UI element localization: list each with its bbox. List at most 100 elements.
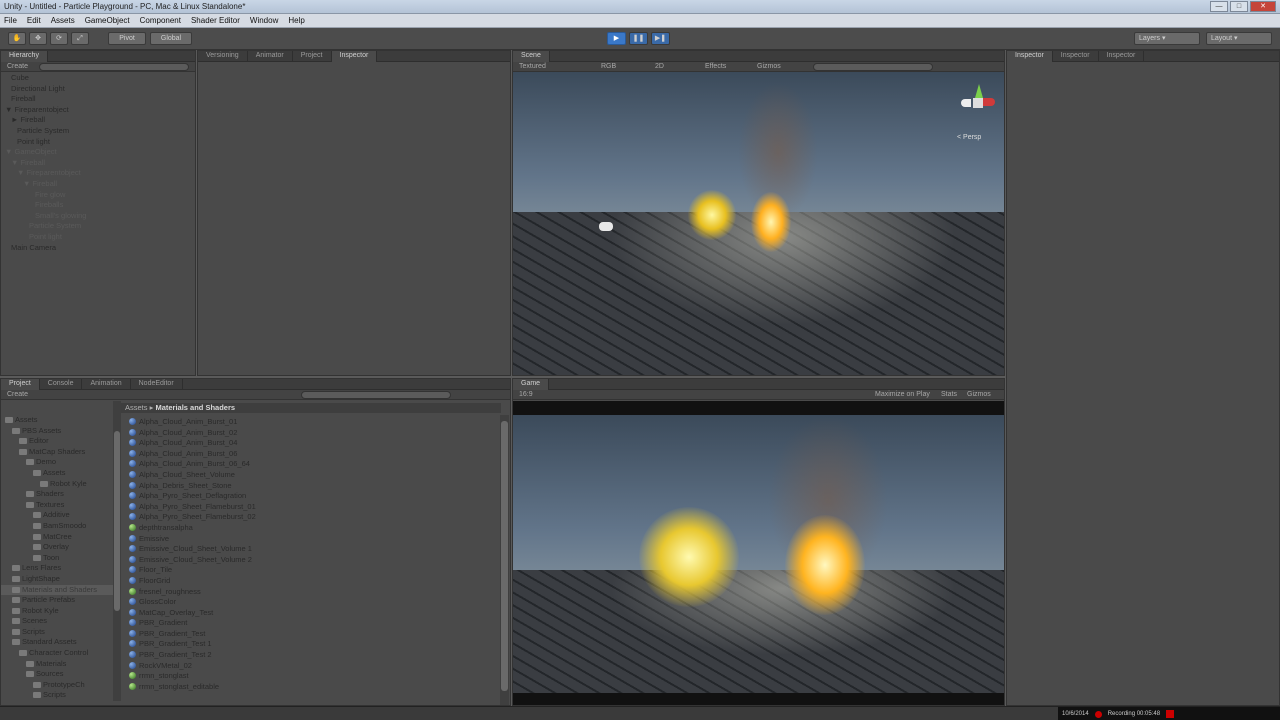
asset-item[interactable]: Floor_Tile: [129, 565, 499, 576]
tab-inspector[interactable]: Inspector: [331, 51, 378, 62]
stats-toggle[interactable]: Stats: [941, 391, 957, 398]
project-folder-item[interactable]: Additive: [1, 510, 113, 521]
project-folder-item[interactable]: PrototypeCh: [1, 680, 113, 691]
menu-gameobject[interactable]: GameObject: [85, 16, 130, 25]
breadcrumb-current[interactable]: Materials and Shaders: [155, 403, 235, 412]
project-folder-item[interactable]: Assets: [1, 468, 113, 479]
project-create-button[interactable]: Create: [7, 391, 28, 398]
asset-item[interactable]: Alpha_Cloud_Sheet_Volume: [129, 470, 499, 481]
maximize-button[interactable]: □: [1230, 1, 1248, 12]
menu-component[interactable]: Component: [140, 16, 181, 25]
2d-toggle[interactable]: 2D: [655, 63, 664, 70]
hierarchy-item[interactable]: Particle System: [1, 221, 195, 232]
asset-item[interactable]: Emissive_Cloud_Sheet_Volume 1: [129, 544, 499, 555]
menu-assets[interactable]: Assets: [51, 16, 75, 25]
asset-item[interactable]: Emissive_Cloud_Sheet_Volume 2: [129, 555, 499, 566]
effects-dropdown[interactable]: Effects: [705, 63, 726, 70]
asset-item[interactable]: Emissive: [129, 534, 499, 545]
project-search-input[interactable]: [301, 391, 451, 399]
hierarchy-item[interactable]: Point light: [1, 232, 195, 243]
hierarchy-item[interactable]: Main Camera: [1, 243, 195, 254]
gizmos-dropdown[interactable]: Gizmos: [757, 63, 781, 70]
asset-item[interactable]: FloorGrid: [129, 576, 499, 587]
project-folder-item[interactable]: MatCap Shaders: [1, 447, 113, 458]
tab-animator[interactable]: Animator: [248, 51, 293, 62]
tab-animation[interactable]: Animation: [82, 379, 131, 390]
shading-dropdown[interactable]: Textured: [519, 63, 546, 70]
project-folder-item[interactable]: Scripts: [1, 690, 113, 701]
asset-item[interactable]: rrmn_stonglast_editable: [129, 682, 499, 693]
asset-item[interactable]: Alpha_Cloud_Anim_Burst_04: [129, 438, 499, 449]
project-folder-item[interactable]: Lens Flares: [1, 563, 113, 574]
asset-item[interactable]: rrmn_stonglast: [129, 671, 499, 682]
tab-node-editor[interactable]: NodeEditor: [131, 379, 183, 390]
project-folder-item[interactable]: Textures: [1, 500, 113, 511]
project-folder-item[interactable]: MatCree: [1, 532, 113, 543]
rgb-dropdown[interactable]: RGB: [601, 63, 616, 70]
project-folder-item[interactable]: Robot Kyle: [1, 606, 113, 617]
hand-tool-button[interactable]: ✋: [8, 32, 26, 45]
rotate-tool-button[interactable]: ⟳: [50, 32, 68, 45]
hierarchy-item[interactable]: ▼ GameObject: [1, 147, 195, 158]
project-folder-item[interactable]: Demo: [1, 457, 113, 468]
move-tool-button[interactable]: ✥: [29, 32, 47, 45]
game-viewport[interactable]: [513, 415, 1004, 693]
asset-item[interactable]: Alpha_Pyro_Sheet_Deflagration: [129, 491, 499, 502]
asset-list-scrollbar[interactable]: [500, 415, 509, 705]
scene-viewport[interactable]: < Persp: [513, 72, 1004, 375]
hierarchy-item[interactable]: Fire glow: [1, 190, 195, 201]
hierarchy-search-input[interactable]: [39, 63, 189, 71]
persp-label[interactable]: < Persp: [957, 134, 981, 141]
asset-item[interactable]: RockVMetal_02: [129, 661, 499, 672]
tab-scene[interactable]: Scene: [513, 51, 550, 62]
project-folder-item[interactable]: Assets: [1, 415, 113, 426]
pause-button[interactable]: ❚❚: [629, 32, 648, 45]
project-folder-item[interactable]: Editor: [1, 436, 113, 447]
folder-tree-scrollbar[interactable]: [113, 401, 121, 701]
asset-item[interactable]: Alpha_Cloud_Anim_Burst_06_64: [129, 459, 499, 470]
hierarchy-item[interactable]: ▼ Fireparentobject: [1, 168, 195, 179]
minimize-button[interactable]: —: [1210, 1, 1228, 12]
step-button[interactable]: ▶❚: [651, 32, 670, 45]
menu-help[interactable]: Help: [288, 16, 304, 25]
scene-orientation-gizmo[interactable]: [961, 84, 997, 120]
tab-game[interactable]: Game: [513, 379, 550, 390]
layers-dropdown[interactable]: Layers ▾: [1134, 32, 1200, 45]
tab-project-bottom[interactable]: Project: [1, 379, 40, 390]
stop-icon[interactable]: [1166, 710, 1175, 718]
project-folder-item[interactable]: Shaders: [1, 489, 113, 500]
play-button[interactable]: ▶: [607, 32, 626, 45]
project-folder-item[interactable]: Scenes: [1, 616, 113, 627]
asset-item[interactable]: depthtransalpha: [129, 523, 499, 534]
hierarchy-item[interactable]: Fireball: [1, 94, 195, 105]
hierarchy-item[interactable]: ▼ Fireball: [1, 158, 195, 169]
close-button[interactable]: ✕: [1250, 1, 1276, 12]
asset-item[interactable]: PBR_Gradient_Test 1: [129, 639, 499, 650]
game-gizmos-dropdown[interactable]: Gizmos: [967, 391, 991, 398]
project-folder-item[interactable]: Scripts: [1, 627, 113, 638]
scale-tool-button[interactable]: ⤢: [71, 32, 89, 45]
asset-item[interactable]: Alpha_Cloud_Anim_Burst_02: [129, 428, 499, 439]
menu-shader-editor[interactable]: Shader Editor: [191, 16, 240, 25]
tab-inspector-2[interactable]: Inspector: [1053, 51, 1099, 62]
hierarchy-item[interactable]: ▼ Fireball: [1, 179, 195, 190]
project-folder-item[interactable]: Toon: [1, 553, 113, 564]
asset-item[interactable]: MatCap_Overlay_Test: [129, 608, 499, 619]
menu-edit[interactable]: Edit: [27, 16, 41, 25]
asset-item[interactable]: Alpha_Cloud_Anim_Burst_01: [129, 417, 499, 428]
scene-search-input[interactable]: [813, 63, 933, 71]
maximize-on-play-toggle[interactable]: Maximize on Play: [875, 391, 930, 398]
asset-item[interactable]: Alpha_Cloud_Anim_Burst_06: [129, 449, 499, 460]
pivot-toggle[interactable]: Pivot: [108, 32, 146, 45]
tab-hierarchy[interactable]: Hierarchy: [1, 51, 48, 62]
asset-item[interactable]: GlossColor: [129, 597, 499, 608]
hierarchy-item[interactable]: Small's glowing: [1, 211, 195, 222]
project-folder-item[interactable]: Sources: [1, 669, 113, 680]
project-folder-item[interactable]: LightShape: [1, 574, 113, 585]
camera-gizmo-icon[interactable]: [599, 222, 613, 231]
project-folder-item[interactable]: Materials and Shaders: [1, 584, 113, 596]
asset-item[interactable]: PBR_Gradient_Test: [129, 629, 499, 640]
hierarchy-item[interactable]: ► Fireball: [1, 115, 195, 126]
global-toggle[interactable]: Global: [150, 32, 192, 45]
hierarchy-item[interactable]: Particle System: [1, 126, 195, 137]
